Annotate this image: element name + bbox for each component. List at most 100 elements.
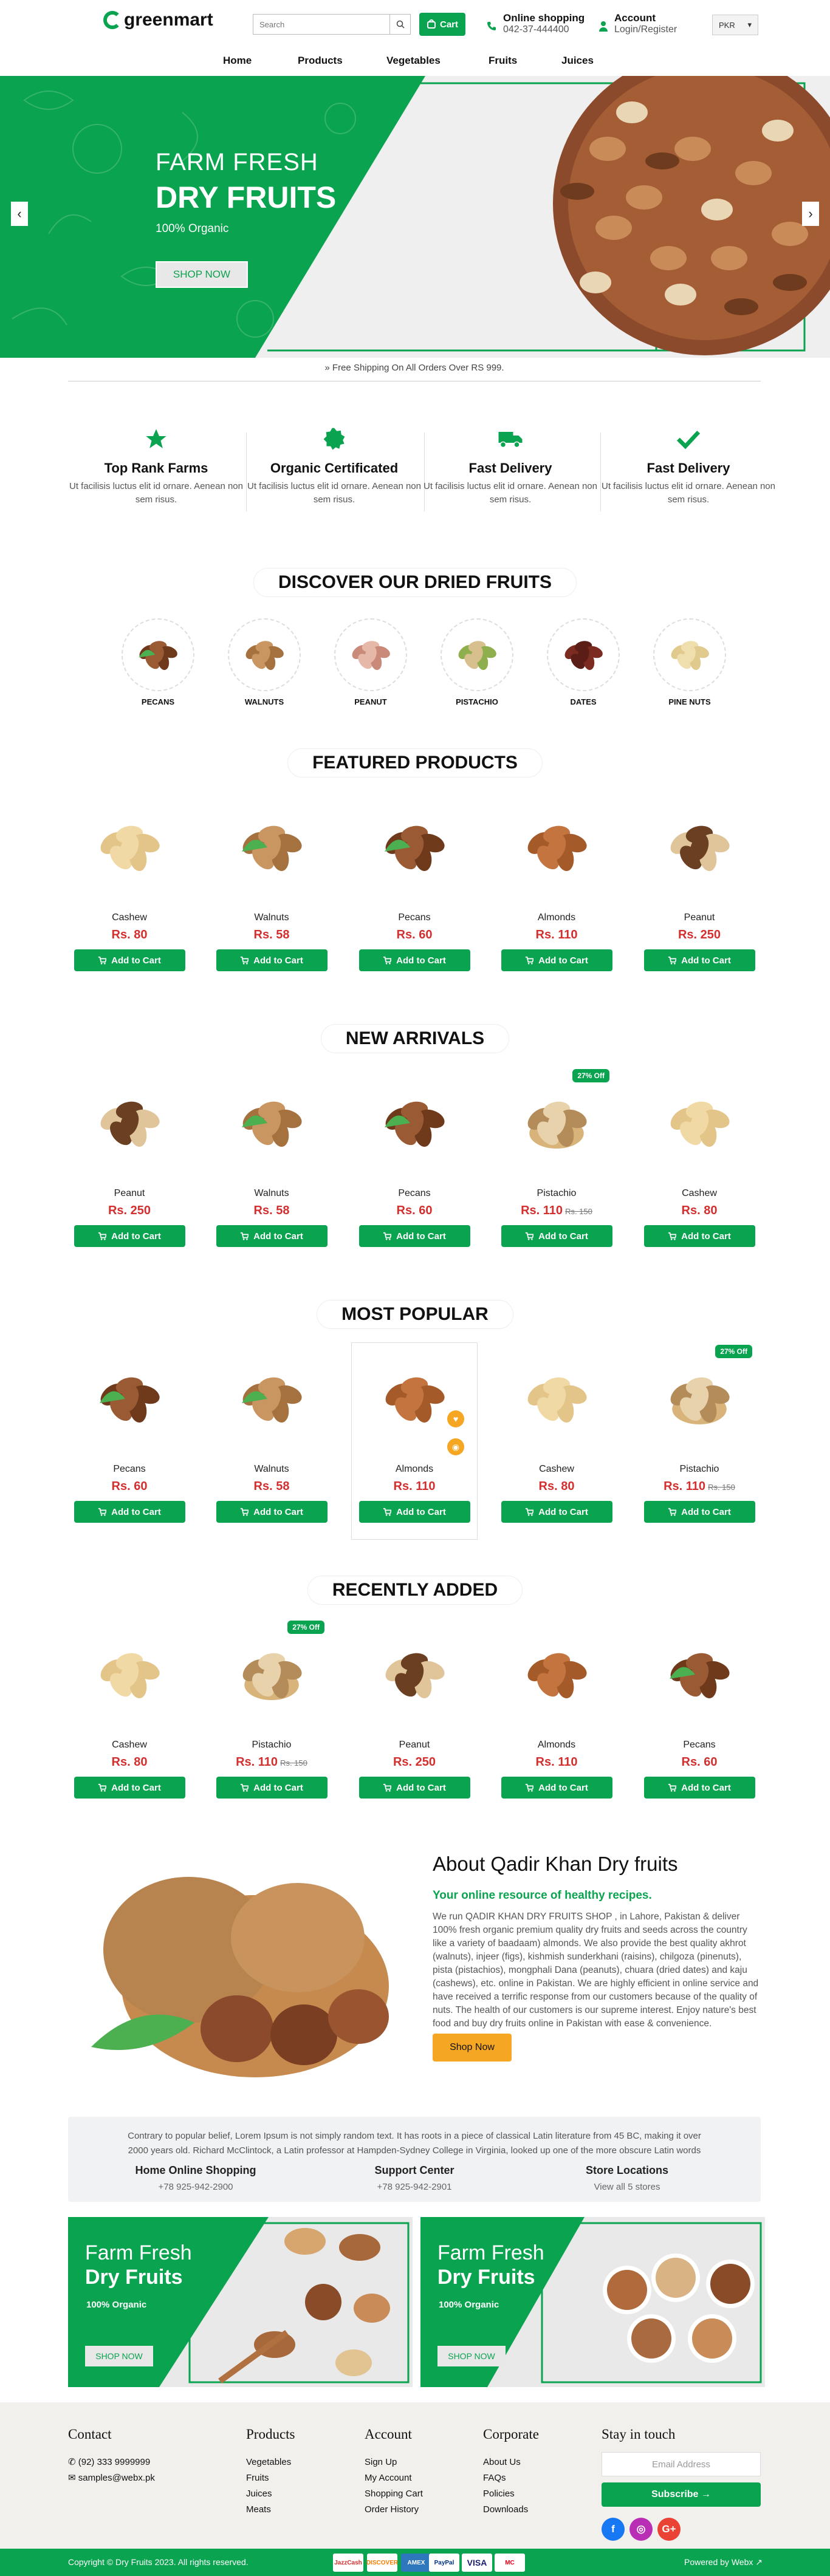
footer-email[interactable]: ✉ samples@webx.pk	[68, 2470, 155, 2486]
add-to-cart-button[interactable]: Add to Cart	[501, 1777, 612, 1799]
product-name[interactable]: Pecans	[357, 1188, 472, 1199]
category-walnuts[interactable]: WALNUTS	[225, 618, 304, 706]
currency-select[interactable]: PKR ▾	[712, 15, 758, 35]
nav-vegetables[interactable]: Vegetables	[386, 55, 441, 67]
promo-banner-1[interactable]: Farm Fresh Dry Fruits 100% Organic SHOP …	[68, 2217, 413, 2387]
category-pine-nuts[interactable]: PINE NUTS	[650, 618, 729, 706]
product-image[interactable]	[214, 1078, 329, 1169]
add-to-cart-button[interactable]: Add to Cart	[74, 1501, 185, 1523]
product-name[interactable]: Peanut	[72, 1188, 187, 1199]
product-card[interactable]: Peanut Rs. 250 Add to Cart	[72, 1078, 187, 1247]
footer-link[interactable]: Policies	[483, 2486, 539, 2502]
footer-link[interactable]: Meats	[246, 2502, 295, 2518]
add-to-cart-button[interactable]: Add to Cart	[643, 1777, 755, 1799]
product-image[interactable]	[357, 1353, 472, 1444]
product-card[interactable]: Pecans Rs. 60 Add to Cart	[357, 1078, 472, 1247]
category-peanut[interactable]: PEANUT	[331, 618, 410, 706]
product-name[interactable]: Pecans	[642, 1740, 757, 1751]
product-name[interactable]: Pecans	[72, 1464, 187, 1475]
add-to-cart-button[interactable]: Add to Cart	[358, 1777, 470, 1799]
add-to-cart-button[interactable]: Add to Cart	[216, 1225, 328, 1247]
product-image[interactable]	[72, 802, 187, 893]
product-card[interactable]: Almonds Rs. 110 Add to Cart	[499, 1629, 614, 1799]
add-to-cart-button[interactable]: Add to Cart	[358, 1225, 470, 1247]
add-to-cart-button[interactable]: Add to Cart	[643, 1501, 755, 1523]
product-card[interactable]: Almonds Rs. 110 Add to Cart	[357, 1353, 472, 1523]
add-to-cart-button[interactable]: Add to Cart	[501, 1501, 612, 1523]
product-image[interactable]: 27% Off	[214, 1621, 329, 1720]
product-card[interactable]: Pecans Rs. 60 Add to Cart	[642, 1629, 757, 1799]
product-image[interactable]	[357, 1629, 472, 1720]
category-pistachio[interactable]: PISTACHIO	[437, 618, 516, 706]
footer-link[interactable]: FAQs	[483, 2470, 539, 2486]
add-to-cart-button[interactable]: Add to Cart	[74, 949, 185, 971]
nav-juices[interactable]: Juices	[561, 55, 594, 67]
footer-link[interactable]: Downloads	[483, 2502, 539, 2518]
product-card[interactable]: Walnuts Rs. 58 Add to Cart	[214, 1353, 329, 1523]
product-card[interactable]: Pecans Rs. 60 Add to Cart	[72, 1353, 187, 1523]
footer-link[interactable]: Shopping Cart	[365, 2486, 423, 2502]
phone-info[interactable]: Online shopping 042-37-444400	[486, 12, 585, 35]
add-to-cart-button[interactable]: Add to Cart	[216, 1501, 328, 1523]
product-card[interactable]: 27% Off Pistachio Rs. 110 Rs. 150 Add to …	[499, 1069, 614, 1247]
product-name[interactable]: Cashew	[499, 1464, 614, 1475]
footer-link[interactable]: About Us	[483, 2455, 539, 2470]
add-to-cart-button[interactable]: Add to Cart	[74, 1225, 185, 1247]
add-to-cart-button[interactable]: Add to Cart	[501, 949, 612, 971]
product-card[interactable]: Cashew Rs. 80 Add to Cart	[499, 1353, 614, 1523]
product-image[interactable]	[499, 1353, 614, 1444]
product-image[interactable]: 27% Off	[642, 1345, 757, 1444]
product-name[interactable]: Walnuts	[214, 1464, 329, 1475]
product-card[interactable]: Almonds Rs. 110 Add to Cart	[499, 802, 614, 971]
instagram-icon[interactable]: ◎	[629, 2518, 653, 2541]
search-input[interactable]	[253, 15, 389, 34]
google-plus-icon[interactable]: G+	[657, 2518, 681, 2541]
product-image[interactable]	[214, 802, 329, 893]
product-card[interactable]: Walnuts Rs. 58 Add to Cart	[214, 1078, 329, 1247]
product-image[interactable]	[357, 802, 472, 893]
footer-link[interactable]: Fruits	[246, 2470, 295, 2486]
product-name[interactable]: Walnuts	[214, 912, 329, 923]
product-card[interactable]: Pecans Rs. 60 Add to Cart	[357, 802, 472, 971]
product-name[interactable]: Walnuts	[214, 1188, 329, 1199]
product-name[interactable]: Pistachio	[499, 1188, 614, 1199]
subscribe-button[interactable]: Subscribe →	[602, 2482, 761, 2507]
product-image[interactable]	[72, 1353, 187, 1444]
footer-phone[interactable]: ✆ (92) 333 9999999	[68, 2455, 155, 2470]
add-to-cart-button[interactable]: Add to Cart	[358, 949, 470, 971]
nav-home[interactable]: Home	[223, 55, 252, 67]
add-to-cart-button[interactable]: Add to Cart	[643, 1225, 755, 1247]
product-image[interactable]	[72, 1078, 187, 1169]
product-name[interactable]: Cashew	[72, 912, 187, 923]
product-image[interactable]	[357, 1078, 472, 1169]
footer-link[interactable]: My Account	[365, 2470, 423, 2486]
product-name[interactable]: Pecans	[357, 912, 472, 923]
footer-link[interactable]: Sign Up	[365, 2455, 423, 2470]
promo-banner-2[interactable]: Farm Fresh Dry Fruits 100% Organic SHOP …	[420, 2217, 765, 2387]
product-name[interactable]: Pistachio	[214, 1740, 329, 1751]
footer-link[interactable]: Vegetables	[246, 2455, 295, 2470]
banner-1-shop-button[interactable]: SHOP NOW	[85, 2346, 153, 2366]
product-name[interactable]: Cashew	[72, 1740, 187, 1751]
banner-2-shop-button[interactable]: SHOP NOW	[437, 2346, 506, 2366]
product-image[interactable]	[499, 802, 614, 893]
hero-prev-button[interactable]: ‹	[11, 202, 28, 226]
search-button[interactable]	[389, 15, 410, 34]
hero-next-button[interactable]: ›	[802, 202, 819, 226]
cart-button[interactable]: Cart	[419, 13, 465, 36]
hero-shop-button[interactable]: SHOP NOW	[156, 261, 248, 288]
footer-link[interactable]: Juices	[246, 2486, 295, 2502]
nav-fruits[interactable]: Fruits	[489, 55, 517, 67]
add-to-cart-button[interactable]: Add to Cart	[643, 949, 755, 971]
product-image[interactable]	[642, 802, 757, 893]
product-name[interactable]: Almonds	[499, 1740, 614, 1751]
product-name[interactable]: Peanut	[357, 1740, 472, 1751]
footer-link[interactable]: Order History	[365, 2502, 423, 2518]
product-image[interactable]	[72, 1629, 187, 1720]
product-name[interactable]: Cashew	[642, 1188, 757, 1199]
add-to-cart-button[interactable]: Add to Cart	[216, 1777, 328, 1799]
category-dates[interactable]: DATES	[544, 618, 623, 706]
product-card[interactable]: 27% Off Pistachio Rs. 110 Rs. 150 Add to …	[214, 1621, 329, 1799]
product-name[interactable]: Almonds	[357, 1464, 472, 1475]
product-image[interactable]: 27% Off	[499, 1069, 614, 1169]
